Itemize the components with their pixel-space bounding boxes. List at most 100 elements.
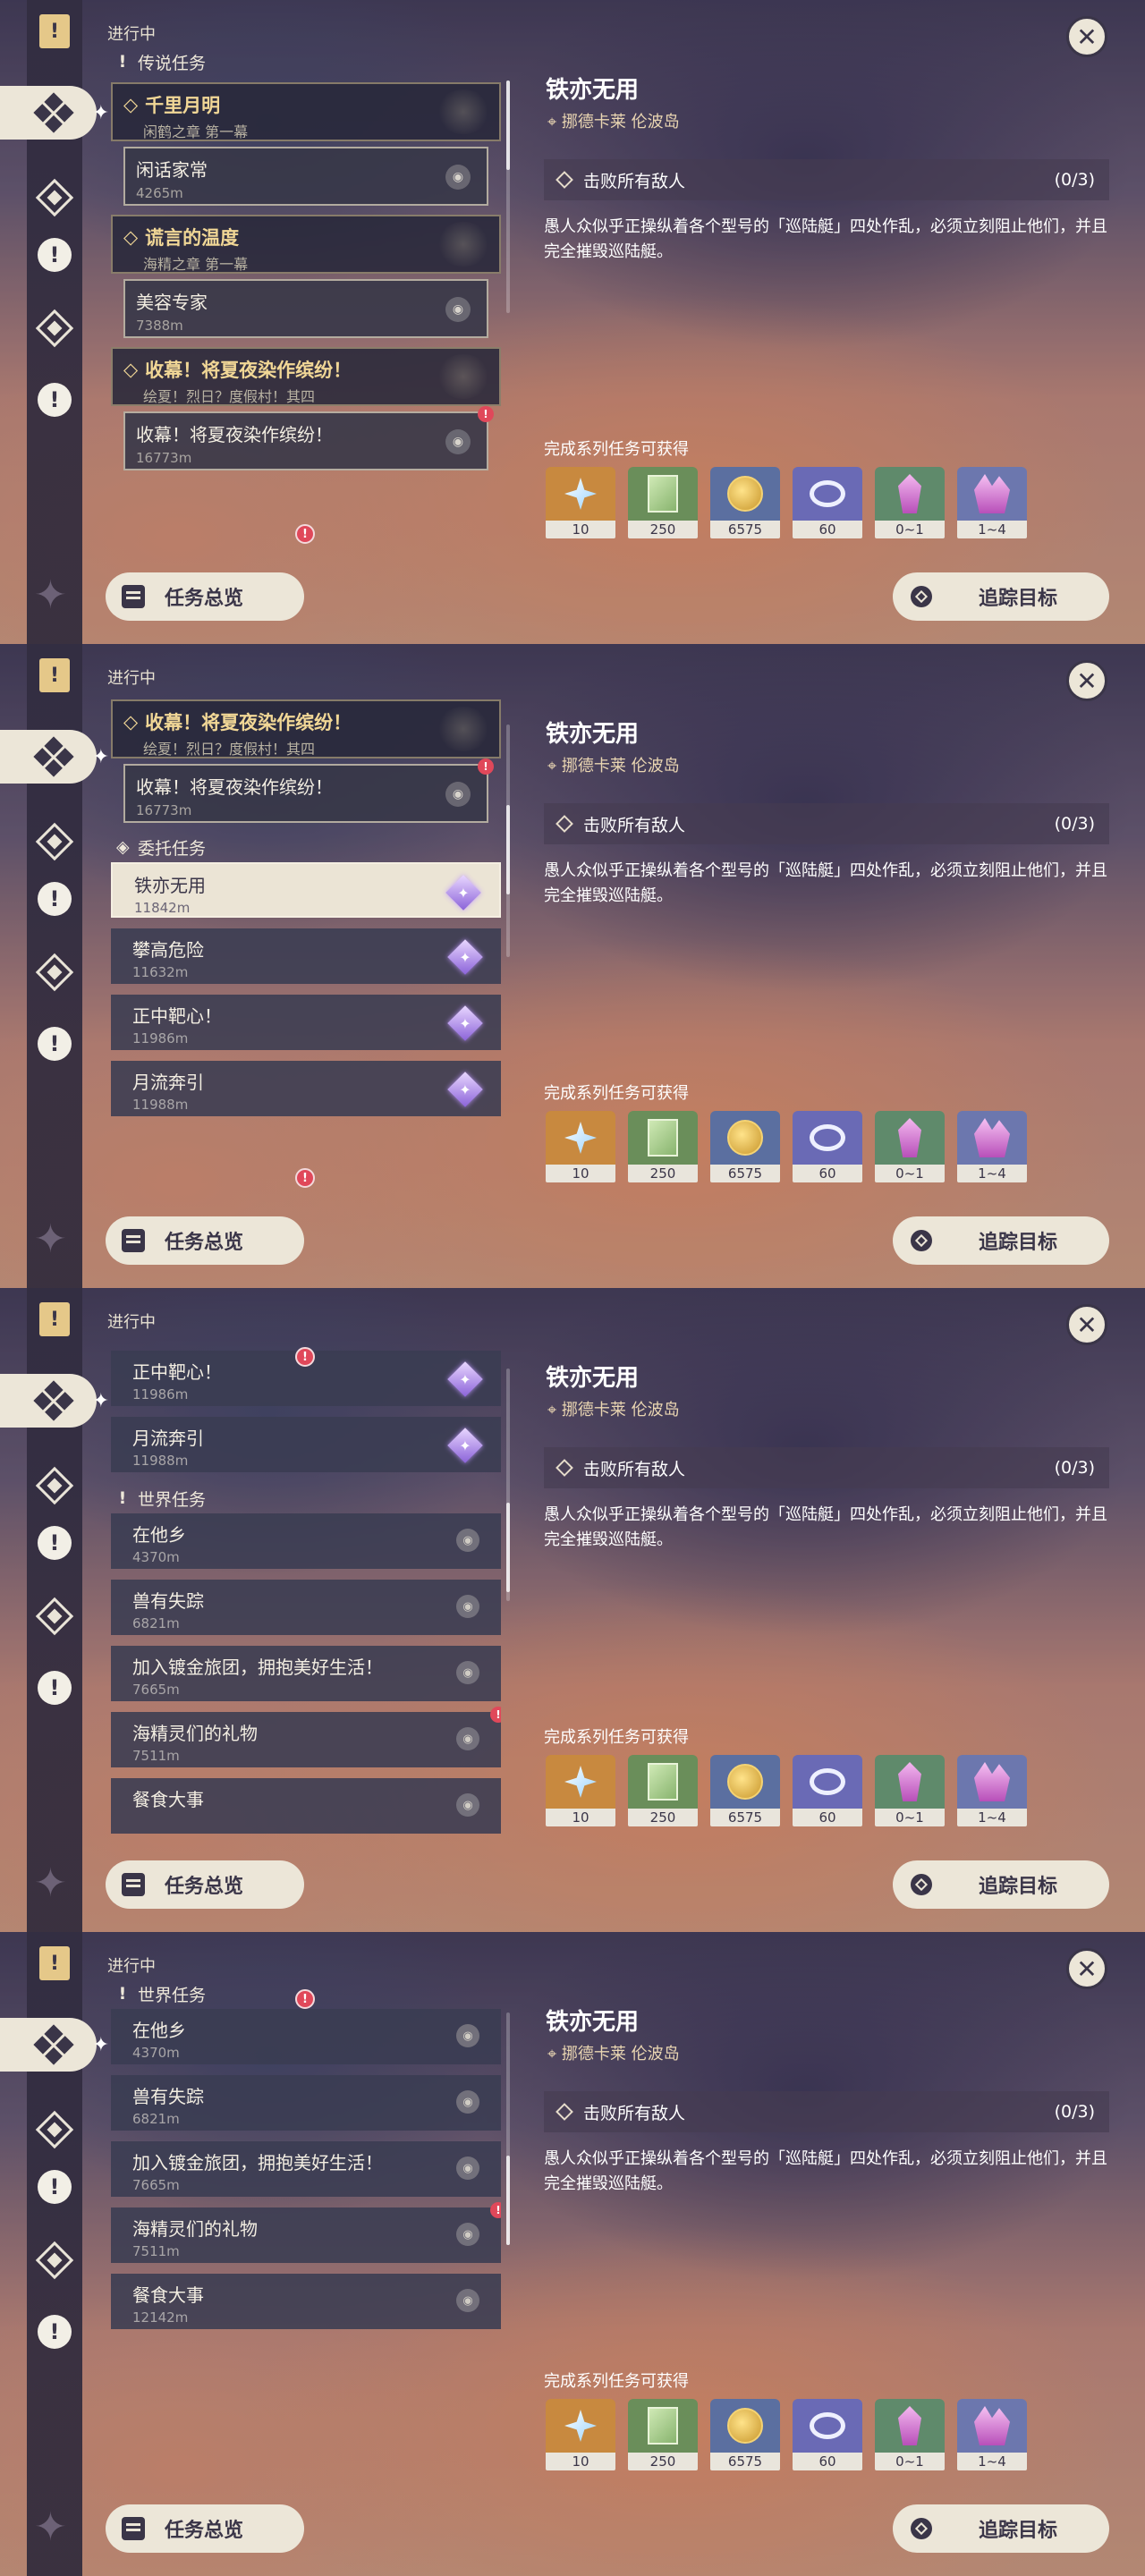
reward-item[interactable]: 0~1 bbox=[875, 467, 945, 538]
quest-overview-button[interactable]: 任务总览 bbox=[106, 572, 304, 621]
track-target-button[interactable]: 追踪目标 bbox=[893, 2504, 1109, 2553]
table-row[interactable]: 兽有失踪 6821m ◉ bbox=[111, 1580, 501, 1635]
all-quests-tab[interactable]: ✦ bbox=[0, 730, 109, 784]
close-icon[interactable]: ✕ bbox=[1066, 16, 1107, 57]
reward-item[interactable]: 6575 bbox=[710, 1755, 780, 1826]
world-quest-tab-icon[interactable]: ! bbox=[27, 2304, 82, 2360]
reward-item[interactable]: 0~1 bbox=[875, 1755, 945, 1826]
scroll-alert-icon[interactable]: ! bbox=[295, 1347, 315, 1367]
list-item[interactable]: 收幕！将夏夜染作缤纷！ 16773m ◉ ! bbox=[123, 758, 494, 823]
table-row[interactable]: 正中靶心！ 11986m bbox=[111, 995, 501, 1050]
close-icon[interactable]: ✕ bbox=[1066, 660, 1107, 701]
archon-quest-tab-icon[interactable] bbox=[27, 1458, 82, 1513]
reward-item[interactable]: 1~4 bbox=[957, 1111, 1027, 1182]
reward-item[interactable]: 0~1 bbox=[875, 1111, 945, 1182]
reward-item[interactable]: 10 bbox=[546, 1111, 615, 1182]
commission-tab-icon[interactable] bbox=[27, 945, 82, 1000]
list-item[interactable]: 收幕！将夏夜染作缤纷！ 16773m ◉ ! bbox=[123, 406, 494, 470]
reward-item[interactable]: 60 bbox=[793, 467, 862, 538]
table-row[interactable]: 餐食大事 12142m ◉ bbox=[111, 2274, 501, 2329]
close-icon[interactable]: ✕ bbox=[1066, 1948, 1107, 1989]
reward-item[interactable]: 10 bbox=[546, 467, 615, 538]
table-row[interactable]: 在他乡 4370m ◉ bbox=[111, 2009, 501, 2064]
reward-item[interactable]: 250 bbox=[628, 1755, 698, 1826]
reward-item[interactable]: 10 bbox=[546, 2399, 615, 2470]
quest-book-icon[interactable]: ! bbox=[39, 1302, 70, 1336]
table-row[interactable]: 月流奔引 11988m bbox=[111, 1417, 501, 1472]
quest-list[interactable]: ! 世界任务 在他乡 4370m ◉ 兽有失踪 6821m ◉ 加入镀金旅团，拥抱美好… bbox=[111, 1979, 501, 2479]
track-target-button[interactable]: 追踪目标 bbox=[893, 572, 1109, 621]
commission-tab-icon[interactable] bbox=[27, 2233, 82, 2288]
world-quest-tab-icon[interactable]: ! bbox=[27, 1660, 82, 1716]
story-quest-tab-icon[interactable]: ! bbox=[27, 1515, 82, 1571]
reward-item[interactable]: 1~4 bbox=[957, 1755, 1027, 1826]
commission-tab-icon[interactable] bbox=[27, 1589, 82, 1644]
commission-tab-icon[interactable] bbox=[27, 301, 82, 356]
quest-location: ⌖ 挪德卡莱 伦波岛 bbox=[547, 113, 680, 131]
quest-list[interactable]: ◇ 收幕！将夏夜染作缤纷！ 绘夏！烈日？度假村！其四 收幕！将夏夜染作缤纷！ 167… bbox=[111, 691, 501, 1191]
all-quests-tab[interactable]: ✦ bbox=[0, 1374, 109, 1428]
all-quests-tab[interactable]: ✦ bbox=[0, 86, 109, 140]
location-pin-icon: ◉ bbox=[456, 2223, 479, 2246]
list-item[interactable]: 美容专家 7388m ◉ bbox=[123, 279, 488, 338]
scroll-alert-icon[interactable]: ! bbox=[295, 524, 315, 544]
quest-book-icon[interactable]: ! bbox=[39, 1946, 70, 1980]
list-scrollbar[interactable] bbox=[506, 1368, 510, 1601]
scroll-alert-icon[interactable]: ! bbox=[295, 1168, 315, 1188]
crystal-cluster-icon bbox=[974, 474, 1010, 513]
table-row[interactable]: 餐食大事 ◉ bbox=[111, 1778, 501, 1834]
table-row[interactable]: 海精灵们的礼物 7511m ◉ ! bbox=[111, 1707, 501, 1767]
reward-item[interactable]: 60 bbox=[793, 1755, 862, 1826]
reward-item[interactable]: 60 bbox=[793, 2399, 862, 2470]
quest-overview-button[interactable]: 任务总览 bbox=[106, 1216, 304, 1265]
archon-quest-tab-icon[interactable] bbox=[27, 814, 82, 869]
quest-list[interactable]: ! 传说任务 ◇ 千里月明 闲鹤之章 第一幕 闲话家常 4265m ◉ ◇ 谎言的温度 … bbox=[111, 47, 501, 547]
reward-item[interactable]: 1~4 bbox=[957, 2399, 1027, 2470]
list-scrollbar[interactable] bbox=[506, 80, 510, 313]
reward-item[interactable]: 10 bbox=[546, 1755, 615, 1826]
close-icon[interactable]: ✕ bbox=[1066, 1304, 1107, 1345]
list-scrollbar[interactable] bbox=[506, 2012, 510, 2245]
legend-quest-header[interactable]: ◇ 谎言的温度 海精之章 第一幕 bbox=[111, 215, 501, 274]
story-quest-tab-icon[interactable]: ! bbox=[27, 2159, 82, 2215]
quest-book-icon[interactable]: ! bbox=[39, 658, 70, 692]
story-quest-tab-icon[interactable]: ! bbox=[27, 871, 82, 927]
list-item[interactable]: 闲话家常 4265m ◉ bbox=[123, 147, 488, 206]
reward-item[interactable]: 250 bbox=[628, 2399, 698, 2470]
table-row[interactable]: 月流奔引 11988m bbox=[111, 1061, 501, 1116]
legend-quest-header[interactable]: ◇ 收幕！将夏夜染作缤纷！ 绘夏！烈日？度假村！其四 bbox=[111, 347, 501, 406]
list-scrollbar[interactable] bbox=[506, 724, 510, 957]
table-row[interactable]: 加入镀金旅团，拥抱美好生活！ 7665m ◉ bbox=[111, 1646, 501, 1701]
archon-quest-tab-icon[interactable] bbox=[27, 2102, 82, 2157]
legend-quest-header[interactable]: ◇ 收幕！将夏夜染作缤纷！ 绘夏！烈日？度假村！其四 bbox=[111, 699, 501, 758]
table-row[interactable]: 加入镀金旅团，拥抱美好生活！ 7665m ◉ bbox=[111, 2141, 501, 2197]
quest-overview-button[interactable]: 任务总览 bbox=[106, 1860, 304, 1909]
reward-item[interactable]: 6575 bbox=[710, 467, 780, 538]
table-row[interactable]: 在他乡 4370m ◉ bbox=[111, 1513, 501, 1569]
reward-item[interactable]: 60 bbox=[793, 1111, 862, 1182]
quest-book-icon[interactable]: ! bbox=[39, 14, 70, 48]
table-row[interactable]: 海精灵们的礼物 7511m ◉ ! bbox=[111, 2202, 501, 2263]
story-quest-tab-icon[interactable]: ! bbox=[27, 227, 82, 283]
all-quests-tab[interactable]: ✦ bbox=[0, 2018, 109, 2072]
archon-quest-tab-icon[interactable] bbox=[27, 170, 82, 225]
location-pin-icon: ◉ bbox=[445, 429, 471, 454]
world-quest-tab-icon[interactable]: ! bbox=[27, 372, 82, 428]
world-quest-tab-icon[interactable]: ! bbox=[27, 1016, 82, 1072]
reward-item[interactable]: 6575 bbox=[710, 2399, 780, 2470]
table-row[interactable]: 兽有失踪 6821m ◉ bbox=[111, 2075, 501, 2131]
scroll-alert-icon[interactable]: ! bbox=[295, 1989, 315, 2009]
reward-item[interactable]: 0~1 bbox=[875, 2399, 945, 2470]
legend-quest-header[interactable]: ◇ 千里月明 闲鹤之章 第一幕 bbox=[111, 82, 501, 141]
reward-item[interactable]: 250 bbox=[628, 467, 698, 538]
adventure-exp-icon bbox=[648, 2407, 678, 2445]
table-row[interactable]: 攀高危险 11632m bbox=[111, 928, 501, 984]
reward-item[interactable]: 1~4 bbox=[957, 467, 1027, 538]
track-target-button[interactable]: 追踪目标 bbox=[893, 1216, 1109, 1265]
reward-item[interactable]: 6575 bbox=[710, 1111, 780, 1182]
track-target-button[interactable]: 追踪目标 bbox=[893, 1860, 1109, 1909]
reward-item[interactable]: 250 bbox=[628, 1111, 698, 1182]
quest-list[interactable]: 正中靶心！11986m 月流奔引11988m !世界任务 在他乡4370m ◉ … bbox=[111, 1335, 501, 1835]
table-row-selected[interactable]: 铁亦无用 11842m bbox=[111, 862, 501, 918]
quest-overview-button[interactable]: 任务总览 bbox=[106, 2504, 304, 2553]
